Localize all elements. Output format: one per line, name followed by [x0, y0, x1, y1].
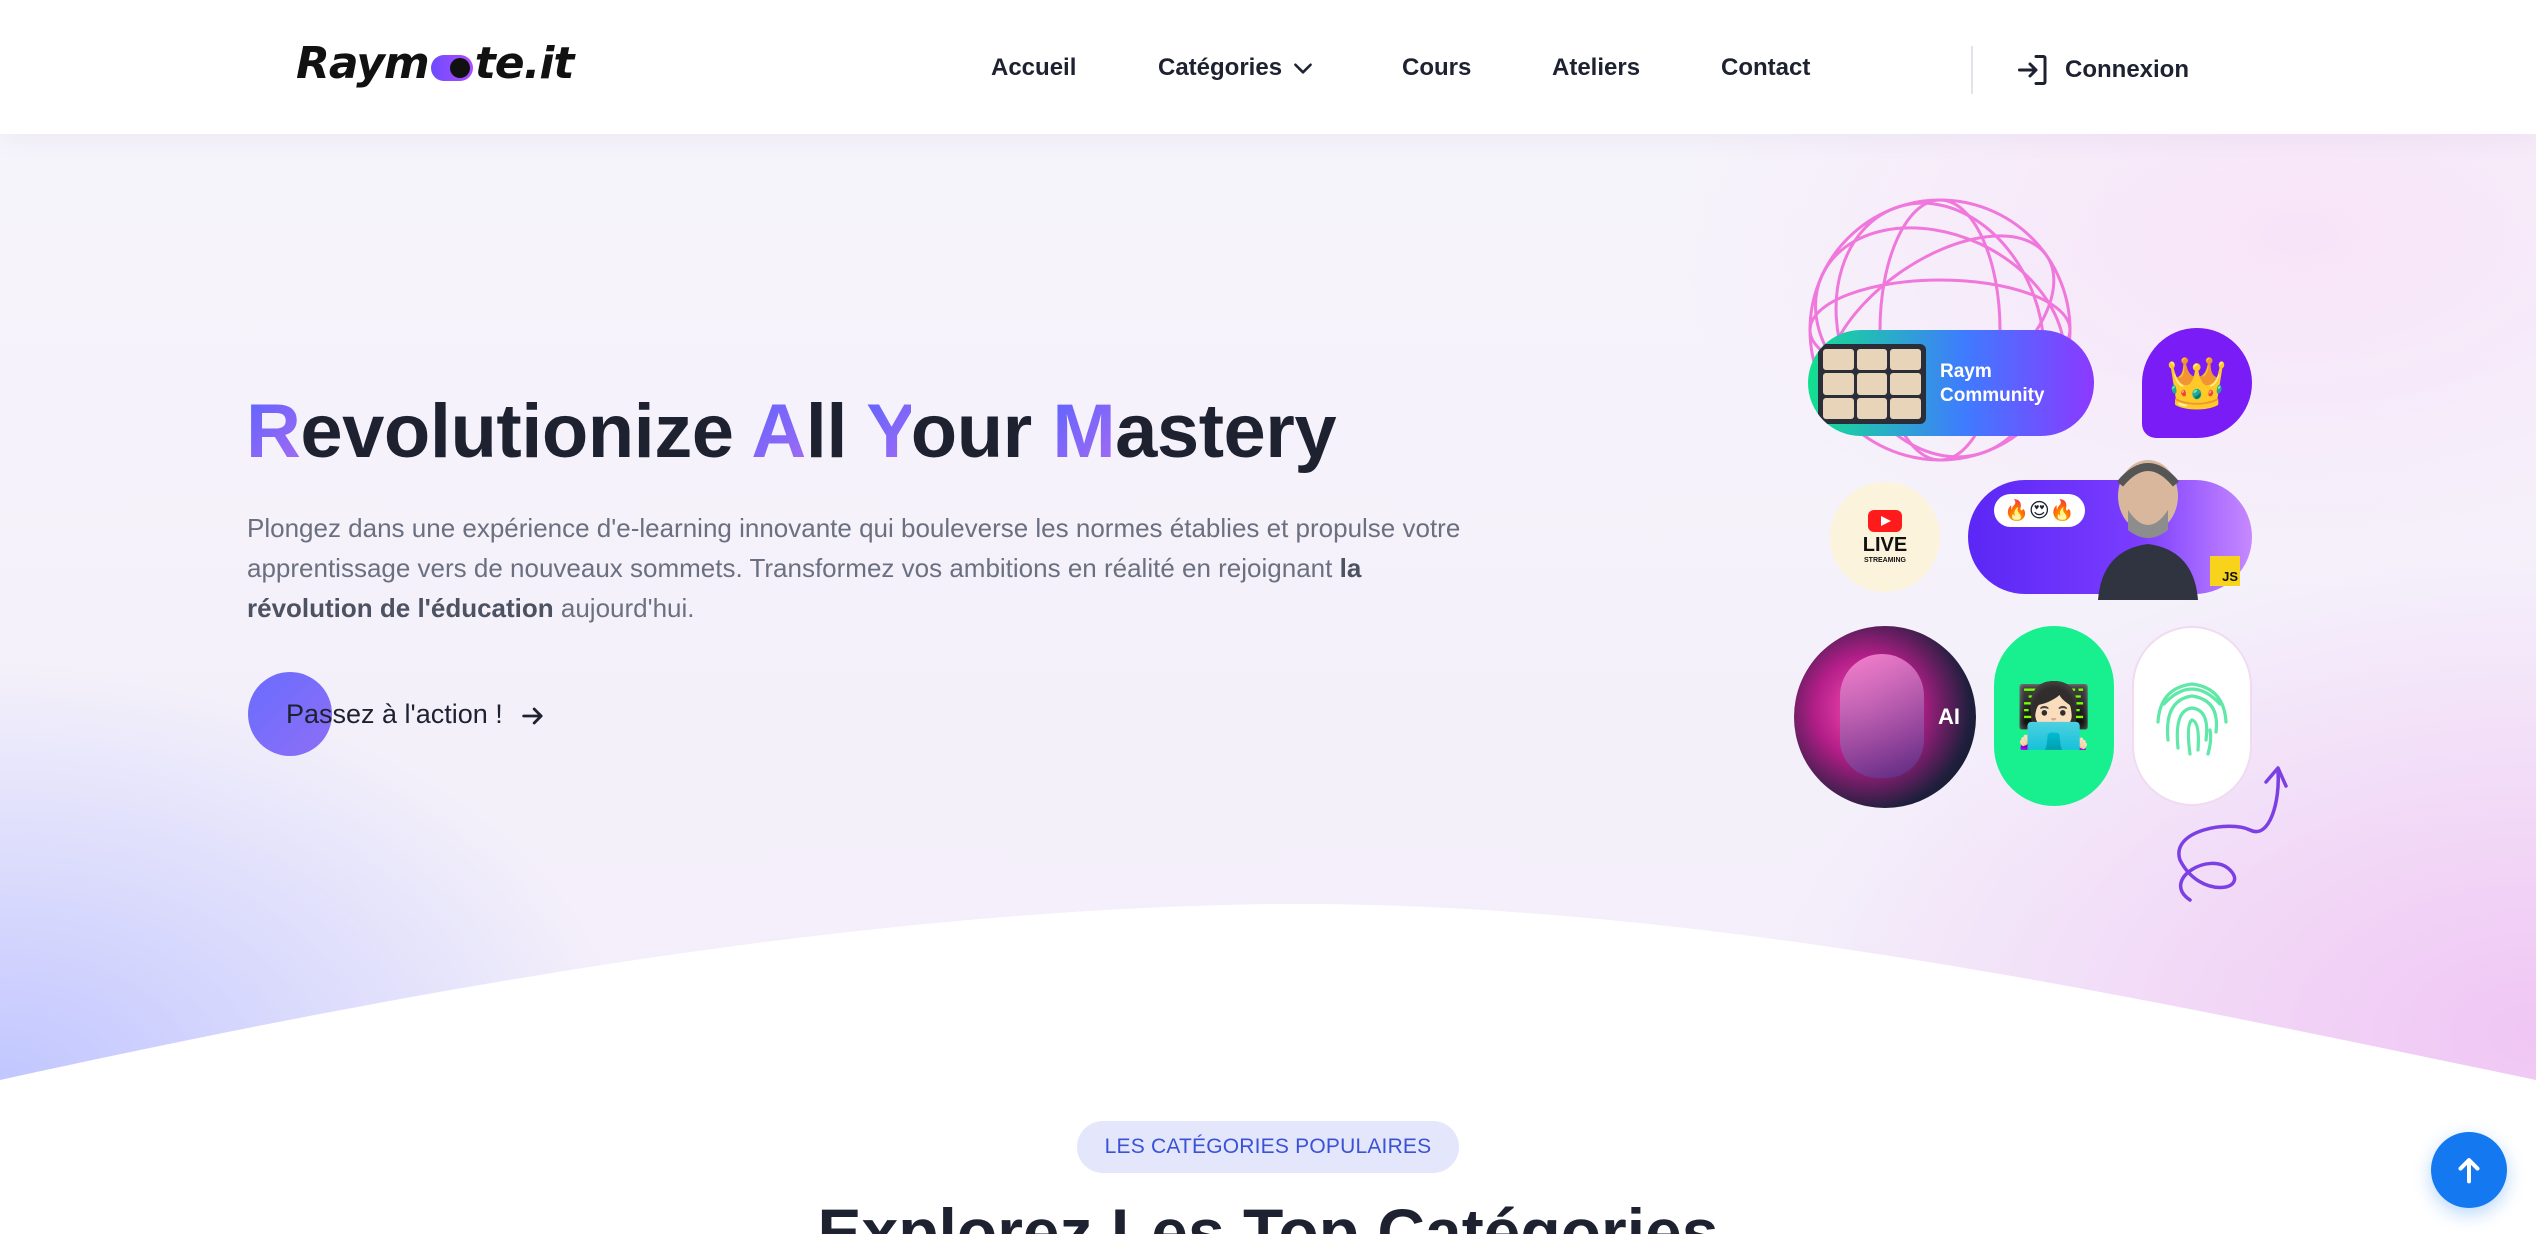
title-letter: Y — [866, 389, 911, 474]
title-letter: A — [751, 389, 806, 474]
community-card: Raym Community — [1808, 330, 2094, 436]
hero-wave-divider — [0, 903, 2536, 1234]
live-streaming-badge: LIVE STREAMING — [1830, 482, 1940, 592]
hero-collage: Raym Community 👑 LIVE STREAMING 🔥😍🔥 JS A… — [1780, 180, 2320, 920]
portrait-face — [1840, 654, 1924, 778]
title-letter: M — [1052, 389, 1116, 474]
site-header: Raym te.it Accueil Catégories Cours Ateli… — [0, 0, 2536, 134]
nav-item-cours[interactable]: Cours — [1402, 54, 1471, 82]
chevron-down-icon — [1294, 63, 1312, 74]
login-label: Connexion — [2065, 56, 2189, 83]
logo[interactable]: Raym te.it — [296, 38, 575, 89]
arrow-right-icon — [522, 707, 543, 725]
cta-label: Passez à l'action ! — [286, 698, 503, 729]
nav-item-contact[interactable]: Contact — [1721, 54, 1810, 82]
logo-text-start: Raym — [296, 38, 430, 89]
community-label: Raym Community — [1940, 360, 2045, 408]
hero-title: Revolutionize All Your Mastery — [246, 388, 1337, 475]
youtube-play-icon — [1868, 510, 1902, 532]
laptop-user-icon: 👩🏻‍💻 — [1994, 626, 2114, 806]
squiggle-arrow-icon — [2177, 766, 2288, 902]
arrow-up-icon — [2458, 1158, 2480, 1184]
ai-portrait: AI — [1794, 626, 1976, 808]
nav-divider — [1971, 46, 1973, 94]
logo-text-end: te.it — [474, 38, 575, 89]
hero-description-end: aujourd'hui. — [560, 593, 695, 623]
title-word: astery — [1115, 389, 1337, 474]
title-word: ll — [805, 389, 848, 474]
cta-button[interactable]: Passez à l'action ! — [248, 672, 547, 756]
title-word: evolutionize — [300, 389, 734, 474]
streaming-label: STREAMING — [1864, 557, 1906, 564]
instructor-avatar — [2098, 460, 2198, 600]
hero-description-main: Plongez dans une expérience d'e-learning… — [247, 513, 1461, 583]
section-title: Explorez Les Top Catégories — [817, 1195, 1719, 1234]
login-button[interactable]: Connexion — [2015, 52, 2189, 88]
title-letter: R — [246, 389, 301, 474]
nav-item-categories-label: Catégories — [1158, 54, 1283, 81]
video-call-grid — [1818, 344, 1926, 424]
nav-item-accueil[interactable]: Accueil — [991, 54, 1076, 82]
community-label-line2: Community — [1940, 385, 2045, 406]
hero-description: Plongez dans une expérience d'e-learning… — [247, 508, 1477, 628]
nav-item-ateliers[interactable]: Ateliers — [1552, 54, 1640, 82]
scroll-to-top-button[interactable] — [2431, 1132, 2507, 1208]
logo-toggle-mark — [430, 54, 473, 81]
community-label-line1: Raym — [1940, 361, 1992, 382]
coder-card: 🔥😍🔥 JS — [1968, 460, 2252, 600]
login-arrow-icon — [2018, 55, 2047, 85]
ai-label: AI — [1938, 704, 1960, 729]
title-word: our — [910, 389, 1032, 474]
section-badge: LES CATÉGORIES POPULAIRES — [1077, 1121, 1459, 1173]
live-label: LIVE — [1862, 534, 1908, 556]
javascript-icon: JS — [2210, 556, 2240, 586]
reaction-emoji-icon: 🔥😍🔥 — [1994, 494, 2085, 527]
crown-icon: 👑 — [2142, 328, 2252, 438]
nav-item-categories[interactable]: Catégories — [1158, 54, 1316, 82]
